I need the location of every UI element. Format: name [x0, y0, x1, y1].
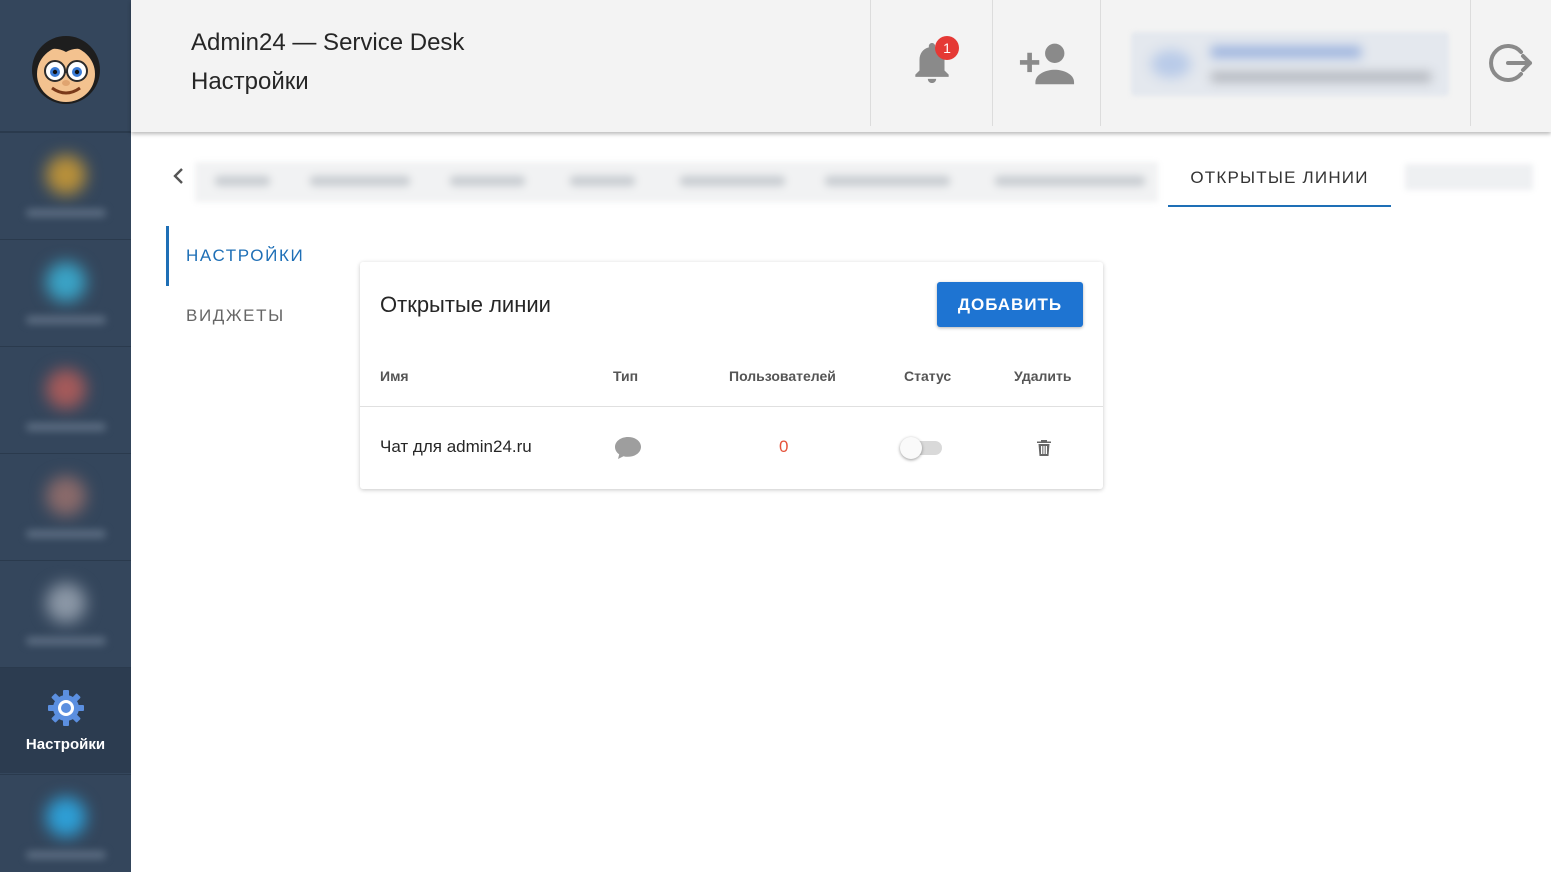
row-name[interactable]: Чат для admin24.ru	[380, 437, 532, 457]
column-header-status[interactable]: Статус	[904, 368, 951, 384]
trash-icon	[1037, 440, 1051, 456]
delete-button[interactable]	[1036, 439, 1052, 462]
add-user-icon	[1019, 43, 1074, 85]
tab-open-lines[interactable]: ОТКРЫТЫЕ ЛИНИИ	[1168, 150, 1391, 207]
table-divider	[360, 406, 1103, 407]
user-profile-blurred[interactable]	[1131, 32, 1449, 96]
tabs-scroll-left-button[interactable]	[168, 164, 188, 188]
add-button[interactable]: ДОБАВИТЬ	[937, 282, 1083, 327]
settings-tabs: ОТКРЫТЫЕ ЛИНИИ	[160, 150, 1540, 210]
tab-blurred[interactable]	[1405, 164, 1533, 190]
logout-icon	[1489, 44, 1532, 82]
sidebar-item-label: Настройки	[25, 736, 106, 753]
sidebar-item-label-blurred	[25, 208, 106, 217]
sidebar-item-icon	[45, 475, 86, 516]
tabs-blurred-group[interactable]	[195, 162, 1158, 202]
sidebar-item-label-blurred	[25, 422, 106, 431]
top-header: Admin24 — Service Desk Настройки 1	[131, 0, 1551, 132]
app-title: Admin24 — Service Desk	[191, 29, 465, 56]
subnav-item-widgets[interactable]: ВИДЖЕТЫ	[166, 286, 336, 346]
settings-subnav: НАСТРОЙКИ ВИДЖЕТЫ	[166, 226, 336, 346]
sidebar-item-4[interactable]	[0, 453, 131, 559]
sidebar-item-settings[interactable]: Настройки	[0, 667, 131, 773]
sidebar-item-5[interactable]	[0, 560, 131, 666]
subnav-item-settings[interactable]: НАСТРОЙКИ	[166, 226, 336, 286]
sidebar-item-label-blurred	[25, 315, 106, 324]
sidebar-item-icon	[45, 368, 86, 409]
sidebar-item-icon	[45, 261, 86, 302]
notifications-button[interactable]: 1	[871, 0, 992, 126]
sidebar-item-7[interactable]	[0, 774, 131, 880]
column-header-users[interactable]: Пользователей	[729, 368, 836, 384]
sidebar-item-icon	[45, 154, 86, 195]
sidebar-item-icon	[45, 582, 86, 623]
column-header-name[interactable]: Имя	[380, 368, 409, 384]
header-divider	[1100, 0, 1101, 126]
app-logo[interactable]	[0, 0, 131, 132]
sidebar-item-2[interactable]	[0, 239, 131, 345]
status-toggle[interactable]	[900, 437, 946, 459]
toggle-knob	[900, 437, 922, 459]
sidebar-item-icon	[45, 796, 86, 837]
avatar-logo-icon	[31, 35, 100, 104]
sidebar-item-label-blurred	[25, 636, 106, 645]
add-user-button[interactable]	[993, 0, 1100, 126]
column-header-delete[interactable]: Удалить	[1014, 368, 1071, 384]
row-users-count[interactable]: 0	[779, 437, 788, 457]
sidebar: Настройки	[0, 0, 131, 872]
sidebar-item-label-blurred	[25, 529, 106, 538]
column-header-type[interactable]: Тип	[613, 368, 638, 384]
sidebar-item-1[interactable]	[0, 132, 131, 238]
card-title: Открытые линии	[380, 292, 551, 317]
chat-bubble-icon	[613, 435, 643, 466]
sidebar-item-label-blurred	[25, 850, 106, 859]
open-lines-card: Открытые линии ДОБАВИТЬ Имя Тип Пользова…	[360, 262, 1103, 489]
logout-button[interactable]	[1471, 0, 1551, 126]
gear-icon	[47, 690, 84, 726]
page-title: Настройки	[191, 68, 309, 95]
sidebar-item-3[interactable]	[0, 346, 131, 452]
notification-badge: 1	[935, 36, 959, 60]
chevron-left-icon	[173, 168, 183, 184]
